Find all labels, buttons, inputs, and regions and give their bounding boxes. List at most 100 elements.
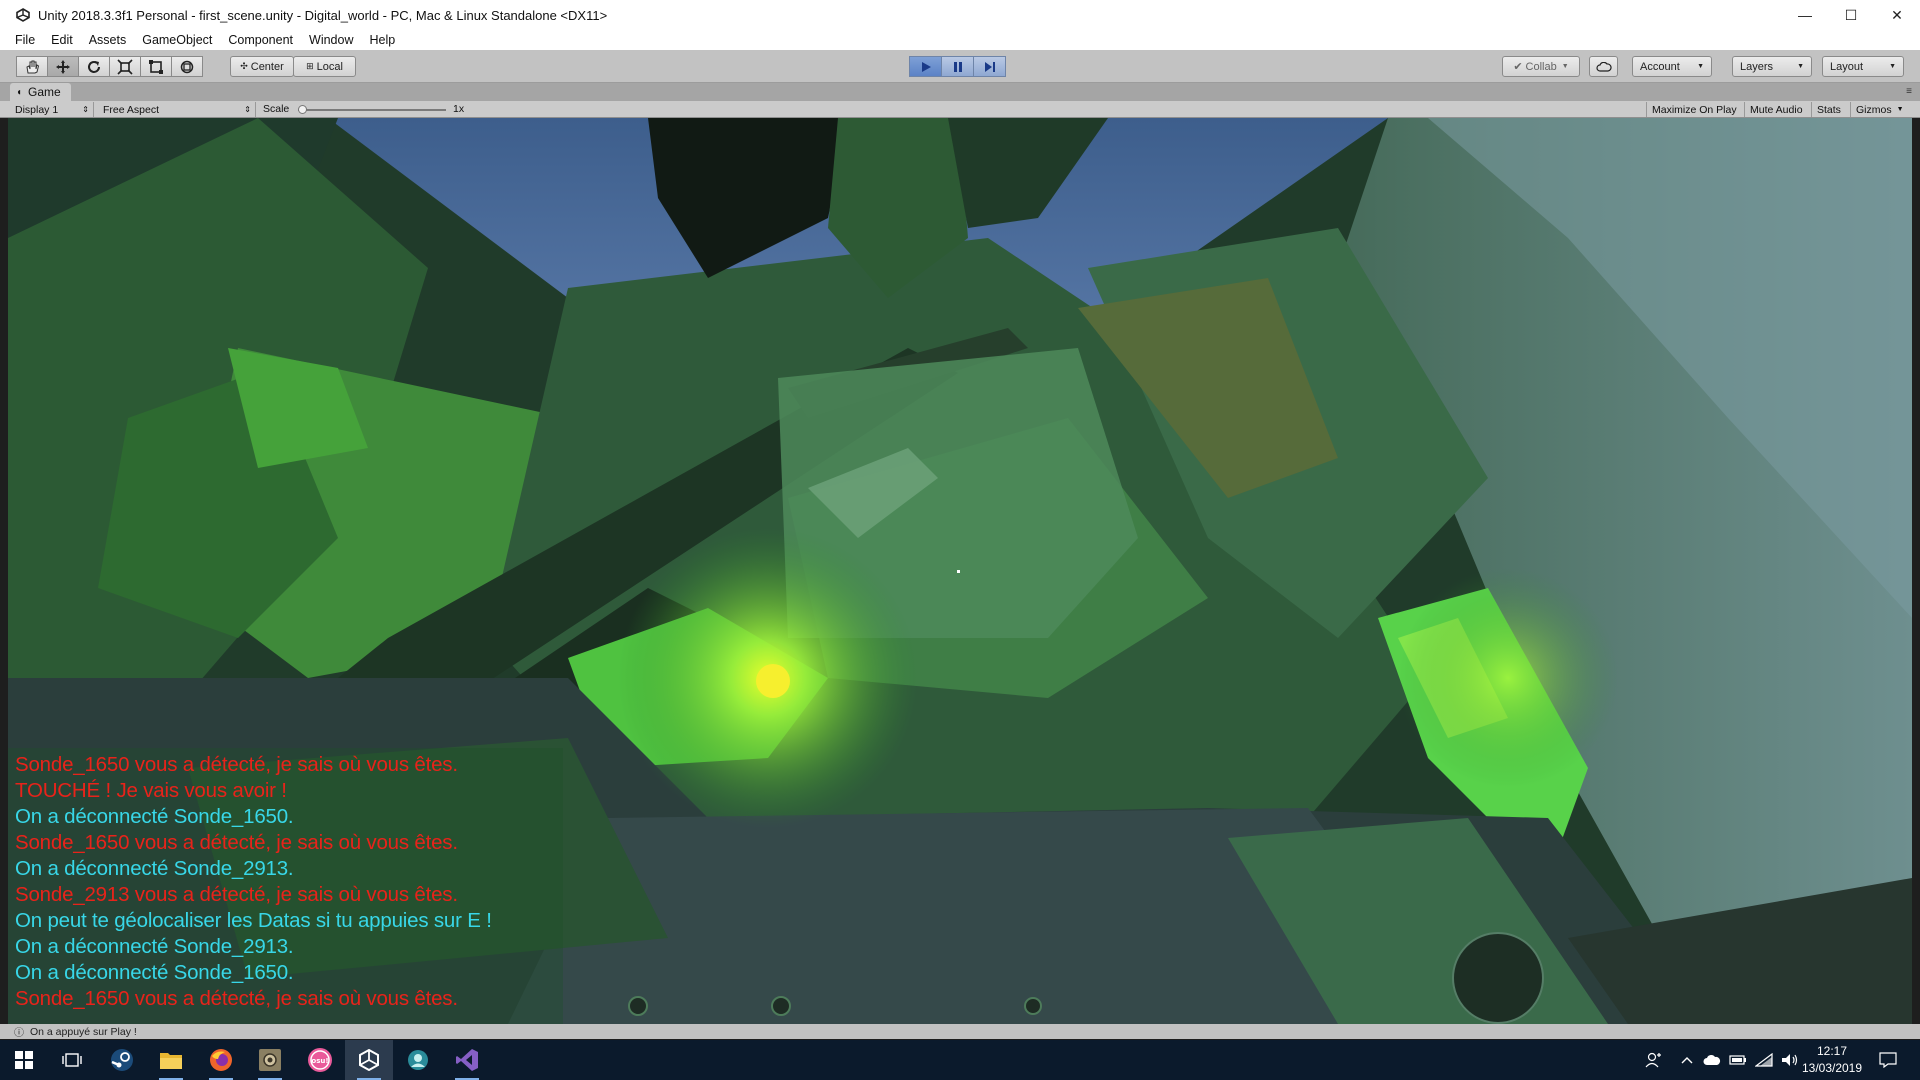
pivot-icon: ✣: [240, 61, 248, 71]
menu-file[interactable]: File: [0, 33, 43, 47]
pivot-label: Center: [250, 60, 284, 73]
scale-tool-icon[interactable]: [109, 56, 141, 77]
move-tool-icon[interactable]: [47, 56, 79, 77]
onedrive-cloud-icon[interactable]: [1700, 1040, 1724, 1080]
rotate-tool-icon[interactable]: [78, 56, 110, 77]
game-controller-icon: ◖: [16, 86, 23, 98]
tab-game[interactable]: ◖ Game: [10, 83, 71, 101]
tab-menu-icon[interactable]: ≡: [1906, 86, 1912, 97]
layout-label: Layout: [1830, 60, 1864, 73]
gizmos-dropdown[interactable]: Gizmos ▼: [1850, 102, 1909, 117]
step-icon: [984, 61, 995, 72]
game-view-toolbar: Display 1 ⇕ Free Aspect ⇕ Scale 1x Maxim…: [0, 101, 1920, 118]
clock-time: 12:17: [1816, 1044, 1848, 1058]
aspect-dropdown[interactable]: Free Aspect ⇕: [98, 102, 256, 117]
local-icon: ⊞: [306, 61, 314, 71]
display-dropdown[interactable]: Display 1 ⇕: [10, 102, 94, 117]
collab-label: Collab: [1525, 60, 1557, 73]
console-message: Sonde_1650 vous a détecté, je sais où vo…: [15, 987, 458, 1010]
maximize-button[interactable]: ☐: [1828, 0, 1874, 30]
collab-check-icon: ✔: [1513, 61, 1523, 73]
console-message: On a déconnecté Sonde_2913.: [15, 857, 294, 880]
menu-window[interactable]: Window: [301, 33, 361, 47]
app-window: Unity 2018.3.3f1 Personal - first_scene.…: [0, 0, 1920, 1080]
layout-dropdown[interactable]: Layout ▼: [1822, 56, 1904, 77]
transform-tools: [16, 56, 203, 77]
people-icon[interactable]: [1640, 1040, 1668, 1080]
main-toolbar: ✣ Center ⊞ Local ✔ Collab ▼ Account ▼ La…: [0, 50, 1920, 83]
chevron-down-icon: ▼: [1797, 63, 1804, 70]
rect-tool-icon[interactable]: [140, 56, 172, 77]
visual-studio-icon[interactable]: [443, 1040, 491, 1080]
step-button[interactable]: [973, 56, 1006, 77]
wifi-icon[interactable]: [1752, 1040, 1776, 1080]
notifications-icon[interactable]: [1870, 1040, 1906, 1080]
scale-slider-knob[interactable]: [298, 105, 307, 114]
pivot-center-button[interactable]: ✣ Center: [230, 56, 294, 77]
chevron-down-icon: ▼: [1697, 63, 1704, 70]
mute-audio-toggle[interactable]: Mute Audio: [1744, 102, 1808, 117]
updown-icon: ⇕: [82, 105, 89, 114]
pivot-local-button[interactable]: ⊞ Local: [293, 56, 356, 77]
menu-assets[interactable]: Assets: [81, 33, 135, 47]
unity-icon[interactable]: [345, 1040, 393, 1080]
console-message: Sonde_1650 vous a détecté, je sais où vo…: [15, 831, 458, 854]
play-button[interactable]: [909, 56, 942, 77]
system-clock[interactable]: 12:17 13/03/2019: [1792, 1043, 1872, 1077]
status-bar[interactable]: ⓘ On a appuyé sur Play !: [0, 1024, 1920, 1039]
chevron-down-icon: ▼: [1896, 106, 1904, 113]
osu-icon[interactable]: osu!: [296, 1040, 344, 1080]
updown-icon: ⇕: [244, 105, 251, 114]
console-message: Sonde_2913 vous a détecté, je sais où vo…: [15, 883, 458, 906]
menu-help[interactable]: Help: [361, 33, 403, 47]
window-title: Unity 2018.3.3f1 Personal - first_scene.…: [38, 7, 608, 23]
windows-start-icon[interactable]: [0, 1040, 48, 1080]
menu-component[interactable]: Component: [220, 33, 301, 47]
task-view-icon[interactable]: [48, 1040, 96, 1080]
firefox-icon[interactable]: [197, 1040, 245, 1080]
battery-icon[interactable]: [1726, 1040, 1750, 1080]
photo-app-icon[interactable]: [246, 1040, 294, 1080]
scale-slider[interactable]: [298, 105, 446, 114]
maximize-on-play-toggle[interactable]: Maximize On Play: [1646, 102, 1742, 117]
cloud-button[interactable]: [1589, 56, 1618, 77]
layers-dropdown[interactable]: Layers ▼: [1732, 56, 1812, 77]
gizmos-label: Gizmos: [1856, 103, 1892, 116]
collab-dropdown[interactable]: ✔ Collab ▼: [1502, 56, 1580, 77]
hand-tool-icon[interactable]: [16, 56, 48, 77]
pause-icon: [953, 61, 962, 72]
aspect-label: Free Aspect: [103, 103, 160, 116]
console-message: On a déconnecté Sonde_1650.: [15, 805, 294, 828]
scale-value: 1x: [453, 103, 465, 115]
console-message: On a déconnecté Sonde_2913.: [15, 935, 294, 958]
play-icon: [921, 61, 931, 72]
local-label: Local: [316, 60, 343, 73]
status-message: On a appuyé sur Play !: [30, 1025, 137, 1038]
chevron-up-icon[interactable]: [1676, 1040, 1698, 1080]
console-message: TOUCHÉ ! Je vais vous avoir !: [15, 779, 287, 802]
transform-tool-icon[interactable]: [171, 56, 203, 77]
menu-gameobject[interactable]: GameObject: [134, 33, 220, 47]
tab-game-label: Game: [28, 85, 61, 99]
console-message: On peut te géolocaliser les Datas si tu …: [15, 909, 492, 932]
game-tab-bar: ◖ Game ≡: [0, 83, 1920, 101]
minimize-button[interactable]: —: [1782, 0, 1828, 30]
layers-label: Layers: [1740, 60, 1774, 73]
title-bar: Unity 2018.3.3f1 Personal - first_scene.…: [0, 0, 1920, 30]
pause-button[interactable]: [941, 56, 974, 77]
close-button[interactable]: ✕: [1874, 0, 1920, 30]
game-viewport[interactable]: Sonde_1650 vous a détecté, je sais où vo…: [8, 118, 1912, 1024]
console-message: On a déconnecté Sonde_1650.: [15, 961, 294, 984]
app-blue-icon[interactable]: [394, 1040, 442, 1080]
console-message: Sonde_1650 vous a détecté, je sais où vo…: [15, 753, 458, 776]
chevron-down-icon: ▼: [1561, 63, 1569, 70]
account-dropdown[interactable]: Account ▼: [1632, 56, 1712, 77]
clock-date: 13/03/2019: [1801, 1061, 1863, 1075]
steam-icon[interactable]: [98, 1040, 146, 1080]
file-explorer-icon[interactable]: [147, 1040, 195, 1080]
stats-toggle[interactable]: Stats: [1811, 102, 1846, 117]
unity-logo-icon: [14, 6, 32, 24]
window-controls: — ☐ ✕: [1782, 0, 1920, 30]
chevron-down-icon: ▼: [1889, 63, 1896, 70]
menu-edit[interactable]: Edit: [43, 33, 81, 47]
